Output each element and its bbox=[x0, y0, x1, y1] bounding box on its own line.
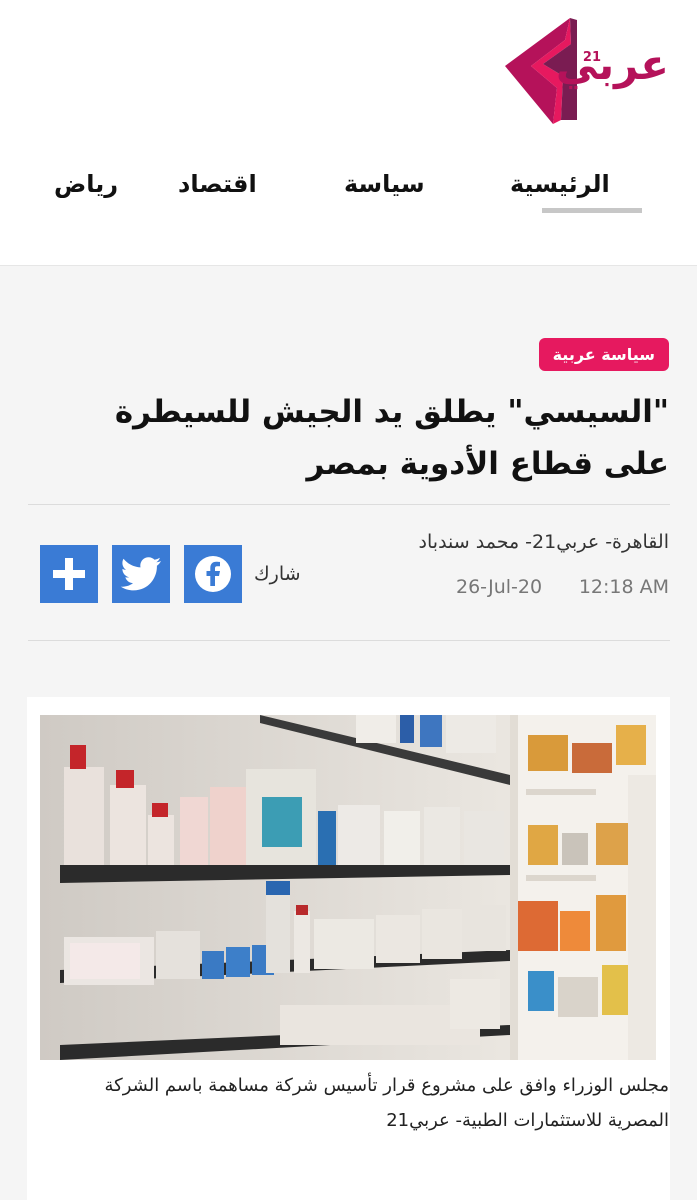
nav-item-sports[interactable]: رياض bbox=[54, 170, 118, 198]
more-share-button[interactable] bbox=[40, 545, 98, 603]
twitter-share-button[interactable] bbox=[112, 545, 170, 603]
nav-active-indicator bbox=[542, 208, 642, 213]
nav-item-economy[interactable]: اقتصاد bbox=[178, 170, 257, 198]
category-badge[interactable]: سياسة عربية bbox=[538, 338, 669, 371]
facebook-icon bbox=[195, 556, 231, 592]
nav-item-home[interactable]: الرئيسية bbox=[510, 170, 610, 198]
site-header: عربي 21 الرئيسية سياسة اقتصاد رياض bbox=[0, 0, 697, 266]
plus-icon bbox=[53, 558, 85, 590]
article-time: 12:18 AM bbox=[578, 576, 669, 598]
share-label: شارك bbox=[254, 563, 301, 585]
logo-superscript: 21 bbox=[582, 50, 601, 65]
article-date: 26-Jul-20 bbox=[456, 576, 543, 598]
divider bbox=[28, 640, 670, 641]
article-title: "السيسي" يطلق يد الجيش للسيطرة على قطاع … bbox=[114, 394, 669, 482]
nav-item-politics[interactable]: سياسة bbox=[344, 170, 425, 198]
pharmacy-shelves-photo[interactable] bbox=[40, 715, 656, 1060]
image-caption: مجلس الوزراء وافق على مشروع قرار تأسيس ش… bbox=[104, 1075, 670, 1131]
logo-wordmark: عربي bbox=[555, 40, 669, 89]
article-byline: القاهرة- عربي21- محمد سندباد bbox=[418, 531, 669, 553]
divider bbox=[28, 504, 670, 505]
twitter-icon bbox=[120, 557, 161, 591]
facebook-share-button[interactable] bbox=[184, 545, 242, 603]
